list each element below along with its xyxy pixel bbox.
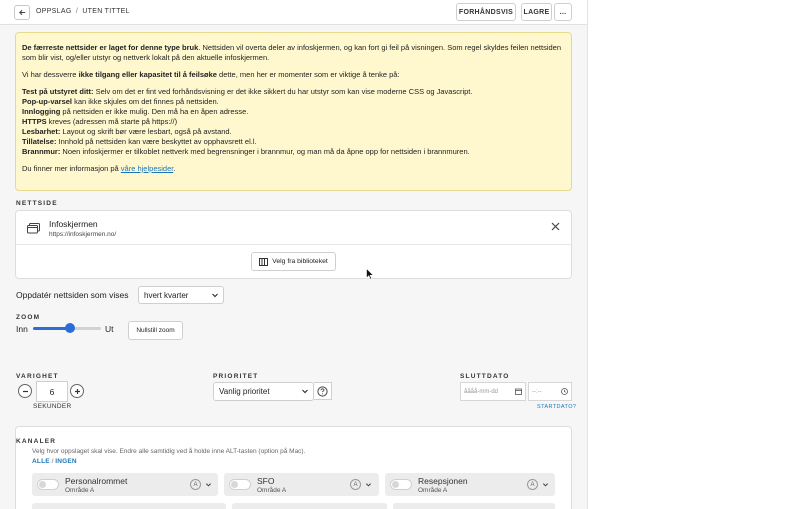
preview-button[interactable]: FORHÅNDSVIS xyxy=(456,3,516,21)
channel-toggle[interactable] xyxy=(229,479,251,490)
zoom-in-label: Inn xyxy=(16,324,28,334)
decrement-button[interactable] xyxy=(18,384,32,398)
select-none-link[interactable]: INGEN xyxy=(55,458,77,465)
update-frequency-select[interactable]: hvert kvarter xyxy=(138,286,224,304)
question-mark-icon xyxy=(317,385,328,397)
save-button[interactable]: LAGRE xyxy=(521,3,552,21)
priority-section-label: PRIORITET xyxy=(213,373,259,380)
end-date-input[interactable]: åååå-mm-dd xyxy=(460,382,526,401)
channel-area: Område A xyxy=(65,487,95,494)
warning-item: Brannmur: Noen infoskjermer er tilkoblet… xyxy=(22,147,470,156)
channel-toggle[interactable] xyxy=(37,479,59,490)
clock-icon xyxy=(561,388,568,395)
warning-more-info: Du finner mer informasjon på våre hjelpe… xyxy=(22,164,176,173)
duration-input[interactable]: 6 xyxy=(36,381,68,402)
priority-help-button[interactable] xyxy=(314,382,332,400)
channel-item[interactable]: Personalrommet Område A A xyxy=(32,473,218,496)
editor-panel: OPPSLAG / UTEN TITTEL FORHÅNDSVIS LAGRE … xyxy=(0,0,588,509)
warning-item: Pop-up-varsel kan ikke skjules om det fi… xyxy=(22,97,219,106)
channel-item[interactable]: Resepsjonen Område A A xyxy=(385,473,555,496)
chevron-down-icon[interactable] xyxy=(205,481,212,488)
channel-item-partial[interactable] xyxy=(232,503,387,509)
browser-window-icon xyxy=(27,223,40,234)
warning-second: Vi har dessverre ikke tilgang eller kapa… xyxy=(22,70,400,79)
channel-item-partial[interactable] xyxy=(32,503,226,509)
priority-select[interactable]: Vanlig prioritet xyxy=(213,382,314,401)
close-icon[interactable] xyxy=(551,222,560,231)
select-all-link[interactable]: ALLE xyxy=(32,458,50,465)
warning-item: Tillatelse: Innhold på nettsiden kan vær… xyxy=(22,137,257,146)
end-date-section-label: SLUTTDATO xyxy=(460,373,510,380)
increment-button[interactable] xyxy=(70,384,84,398)
end-time-placeholder: --:-- xyxy=(532,388,542,395)
warning-list: Test på utstyret ditt: Selv om det er fi… xyxy=(22,87,565,157)
warning-intro: De færreste nettsider er laget for denne… xyxy=(22,43,562,62)
warning-item: Test på utstyret ditt: Selv om det er fi… xyxy=(22,87,473,96)
website-name: Infoskjermen xyxy=(49,219,98,229)
duration-section-label: VARIGHET xyxy=(16,373,59,380)
reset-zoom-button[interactable]: Nullstill zoom xyxy=(128,321,183,340)
zoom-section-label: ZOOM xyxy=(16,314,41,321)
channel-name: SFO xyxy=(257,476,275,486)
breadcrumb-current: UTEN TITTEL xyxy=(82,8,130,15)
chevron-down-icon xyxy=(212,293,218,298)
end-date-placeholder: åååå-mm-dd xyxy=(464,388,499,395)
top-bar: OPPSLAG / UTEN TITTEL FORHÅNDSVIS LAGRE … xyxy=(0,0,587,25)
arrow-left-icon xyxy=(18,9,25,16)
minus-icon xyxy=(22,390,28,392)
mouse-cursor-icon xyxy=(366,268,374,280)
breadcrumb-root[interactable]: OPPSLAG xyxy=(36,8,72,15)
channel-name: Resepsjonen xyxy=(418,476,468,486)
back-button[interactable] xyxy=(14,5,30,20)
duration-unit: SEKUNDER xyxy=(33,403,72,410)
library-button-label: Velg fra biblioteket xyxy=(272,258,328,265)
more-button[interactable]: ... xyxy=(554,3,572,21)
warning-item: HTTPS kreves (adressen må starte på http… xyxy=(22,117,178,126)
zoom-slider-thumb[interactable] xyxy=(65,323,75,333)
channel-item[interactable]: SFO Område A A xyxy=(224,473,379,496)
website-section-label: NETTSIDE xyxy=(16,200,58,207)
channel-toggle[interactable] xyxy=(390,479,412,490)
channel-area: Område A xyxy=(418,487,448,494)
chevron-down-icon[interactable] xyxy=(542,481,549,488)
calendar-icon xyxy=(515,388,522,395)
channel-area: Område A xyxy=(257,487,287,494)
end-time-input[interactable]: --:-- xyxy=(528,382,572,401)
channels-description: Velg hvor oppslaget skal vise. Endre all… xyxy=(32,448,306,465)
plus-icon xyxy=(74,388,80,394)
choose-from-library-button[interactable]: Velg fra biblioteket xyxy=(251,252,336,271)
area-badge: A xyxy=(527,479,538,490)
website-warning: De færreste nettsider er laget for denne… xyxy=(15,32,572,191)
channels-section-label: KANALER xyxy=(16,438,57,445)
priority-value: Vanlig prioritet xyxy=(219,387,270,396)
warning-item: Innlogging på nettsiden er ikke mulig. D… xyxy=(22,107,249,116)
start-date-link[interactable]: STARTDATO? xyxy=(537,404,576,410)
library-icon xyxy=(259,257,269,266)
breadcrumb: OPPSLAG / UTEN TITTEL xyxy=(36,8,130,15)
website-card: Infoskjermen https://infoskjermen.no/ Ve… xyxy=(15,210,572,279)
card-divider xyxy=(16,244,571,245)
help-pages-link[interactable]: våre hjelpesider xyxy=(121,164,174,173)
zoom-slider[interactable] xyxy=(33,323,101,333)
update-frequency-value: hvert kvarter xyxy=(144,290,189,300)
zoom-out-label: Ut xyxy=(105,324,114,334)
channel-name: Personalrommet xyxy=(65,476,128,486)
channel-item-partial[interactable] xyxy=(393,503,555,509)
link-separator: / xyxy=(51,458,54,465)
chevron-down-icon[interactable] xyxy=(365,481,372,488)
preview-area xyxy=(589,0,800,509)
update-label: Oppdatér nettsiden som vises xyxy=(16,290,129,300)
breadcrumb-separator: / xyxy=(75,8,79,15)
website-url: https://infoskjermen.no/ xyxy=(49,231,117,238)
area-badge: A xyxy=(350,479,361,490)
warning-item: Lesbarhet: Layout og skrift bør være les… xyxy=(22,127,232,136)
channels-card xyxy=(15,426,572,509)
chevron-down-icon xyxy=(302,389,308,394)
area-badge: A xyxy=(190,479,201,490)
